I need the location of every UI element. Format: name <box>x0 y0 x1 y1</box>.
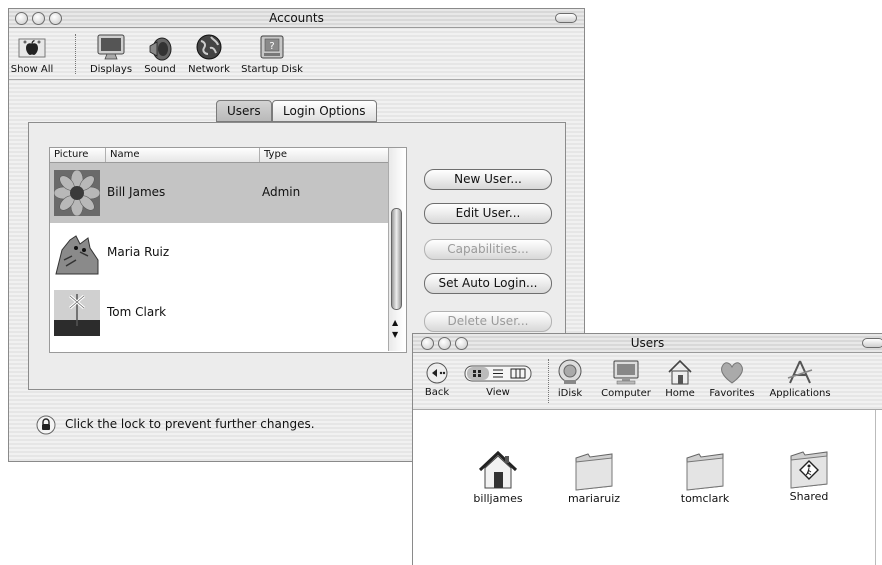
folder-item[interactable]: Shared <box>774 448 844 503</box>
toolbar-label: Displays <box>89 64 133 75</box>
cat-picture-icon <box>54 230 100 276</box>
crossing-picture-icon <box>54 290 100 336</box>
scroll-up-arrow-icon[interactable]: ▲ <box>392 318 398 327</box>
disk-icon: ? <box>260 35 284 59</box>
toolbar-computer[interactable]: Computer <box>598 358 654 399</box>
toolbar-favorites[interactable]: Favorites <box>705 358 759 399</box>
toolbar-displays[interactable]: Displays <box>86 32 136 75</box>
toolbar-sound[interactable]: Sound <box>138 32 182 75</box>
finder-toolbar: Back View iDisk Computer Home Favorites … <box>413 353 882 410</box>
column-header-name[interactable]: Name <box>105 148 140 162</box>
home-icon <box>478 450 518 489</box>
folder-label: Shared <box>789 490 829 503</box>
toolbar-toggle-button[interactable] <box>862 338 882 348</box>
svg-text:?: ? <box>269 41 274 52</box>
window-title: Accounts <box>269 11 324 25</box>
toolbar-network[interactable]: Network <box>185 32 233 75</box>
toolbar-startup-disk[interactable]: ? Startup Disk <box>237 32 307 75</box>
user-name: Maria Ruiz <box>107 245 170 259</box>
home-icon <box>668 359 692 385</box>
folder-label: mariaruiz <box>567 492 621 505</box>
toolbar-view[interactable]: View <box>461 361 535 398</box>
user-name: Tom Clark <box>107 305 167 319</box>
users-titlebar: Users <box>413 334 882 353</box>
heart-icon <box>721 362 743 384</box>
view-mode-icon <box>464 365 532 382</box>
toolbar-label: Back <box>424 387 450 398</box>
scroll-down-arrow-icon[interactable]: ▼ <box>392 330 398 339</box>
computer-icon <box>613 360 639 385</box>
toolbar-idisk[interactable]: iDisk <box>552 358 588 399</box>
column-header-type[interactable]: Type <box>259 148 287 162</box>
user-row[interactable]: Tom Clark <box>50 283 388 343</box>
capabilities-button[interactable]: Capabilities... <box>424 239 552 260</box>
globe-icon <box>196 34 222 60</box>
prefs-toolbar: Show All Displays Sound Network ? Startu… <box>9 28 584 80</box>
folder-item[interactable]: mariaruiz <box>559 450 629 505</box>
accounts-titlebar: Accounts <box>9 9 584 28</box>
tab-login-options[interactable]: Login Options <box>272 100 377 122</box>
lock-message: Click the lock to prevent further change… <box>65 417 315 431</box>
delete-user-button[interactable]: Delete User... <box>424 311 552 332</box>
toolbar-show-all[interactable]: Show All <box>9 32 55 75</box>
toolbar-toggle-button[interactable] <box>555 13 577 23</box>
scrollbar-thumb[interactable] <box>391 208 402 310</box>
toolbar-label: View <box>486 387 510 398</box>
flower-picture-icon <box>54 170 100 216</box>
folder-item[interactable]: tomclark <box>670 450 740 505</box>
user-type: Admin <box>262 185 301 199</box>
window-title: Users <box>630 336 665 350</box>
edit-user-button[interactable]: Edit User... <box>424 203 552 224</box>
toolbar-label: Computer <box>601 388 651 399</box>
toolbar-divider <box>75 34 76 74</box>
set-auto-login-button[interactable]: Set Auto Login... <box>424 273 552 294</box>
new-user-button[interactable]: New User... <box>424 169 552 190</box>
column-header-picture[interactable]: Picture <box>50 148 88 162</box>
back-arrow-icon <box>426 362 448 384</box>
toolbar-label: Sound <box>144 64 176 75</box>
tab-users[interactable]: Users <box>216 100 272 122</box>
finder-content: billjames mariaruiz tomclark Shared <box>413 410 876 565</box>
toolbar-label: Network <box>188 64 230 75</box>
folder-item[interactable]: billjames <box>463 448 533 505</box>
lock-icon[interactable] <box>36 415 56 435</box>
users-finder-window: Users Back View iDisk Computer Home Favo… <box>412 333 882 565</box>
user-row[interactable]: Maria Ruiz <box>50 223 388 283</box>
toolbar-divider <box>548 359 549 403</box>
shared-folder-icon <box>790 451 828 489</box>
folder-label: billjames <box>473 492 523 505</box>
user-name: Bill James <box>107 185 166 199</box>
folder-icon <box>686 453 724 491</box>
folder-label: tomclark <box>680 492 730 505</box>
toolbar-applications[interactable]: Applications <box>767 358 833 399</box>
user-row[interactable]: Bill James Admin <box>50 163 388 223</box>
users-list-header: Picture Name Type <box>50 148 388 163</box>
users-list: Picture Name Type Bill James Admin Maria… <box>49 147 407 353</box>
users-list-scrollbar[interactable]: ▲ ▼ <box>388 148 404 351</box>
toolbar-back[interactable]: Back <box>419 361 455 398</box>
toolbar-label: Favorites <box>709 388 755 399</box>
display-icon <box>97 34 125 60</box>
applications-icon <box>787 360 813 384</box>
toolbar-label: Applications <box>769 388 831 399</box>
toolbar-label: Home <box>665 388 695 399</box>
toolbar-label: iDisk <box>557 388 583 399</box>
speaker-icon <box>149 37 172 61</box>
apple-icon <box>18 38 46 58</box>
toolbar-home[interactable]: Home <box>662 358 698 399</box>
toolbar-label: Startup Disk <box>241 64 303 75</box>
idisk-icon <box>558 359 582 384</box>
toolbar-label: Show All <box>10 64 54 75</box>
folder-icon <box>575 453 613 491</box>
